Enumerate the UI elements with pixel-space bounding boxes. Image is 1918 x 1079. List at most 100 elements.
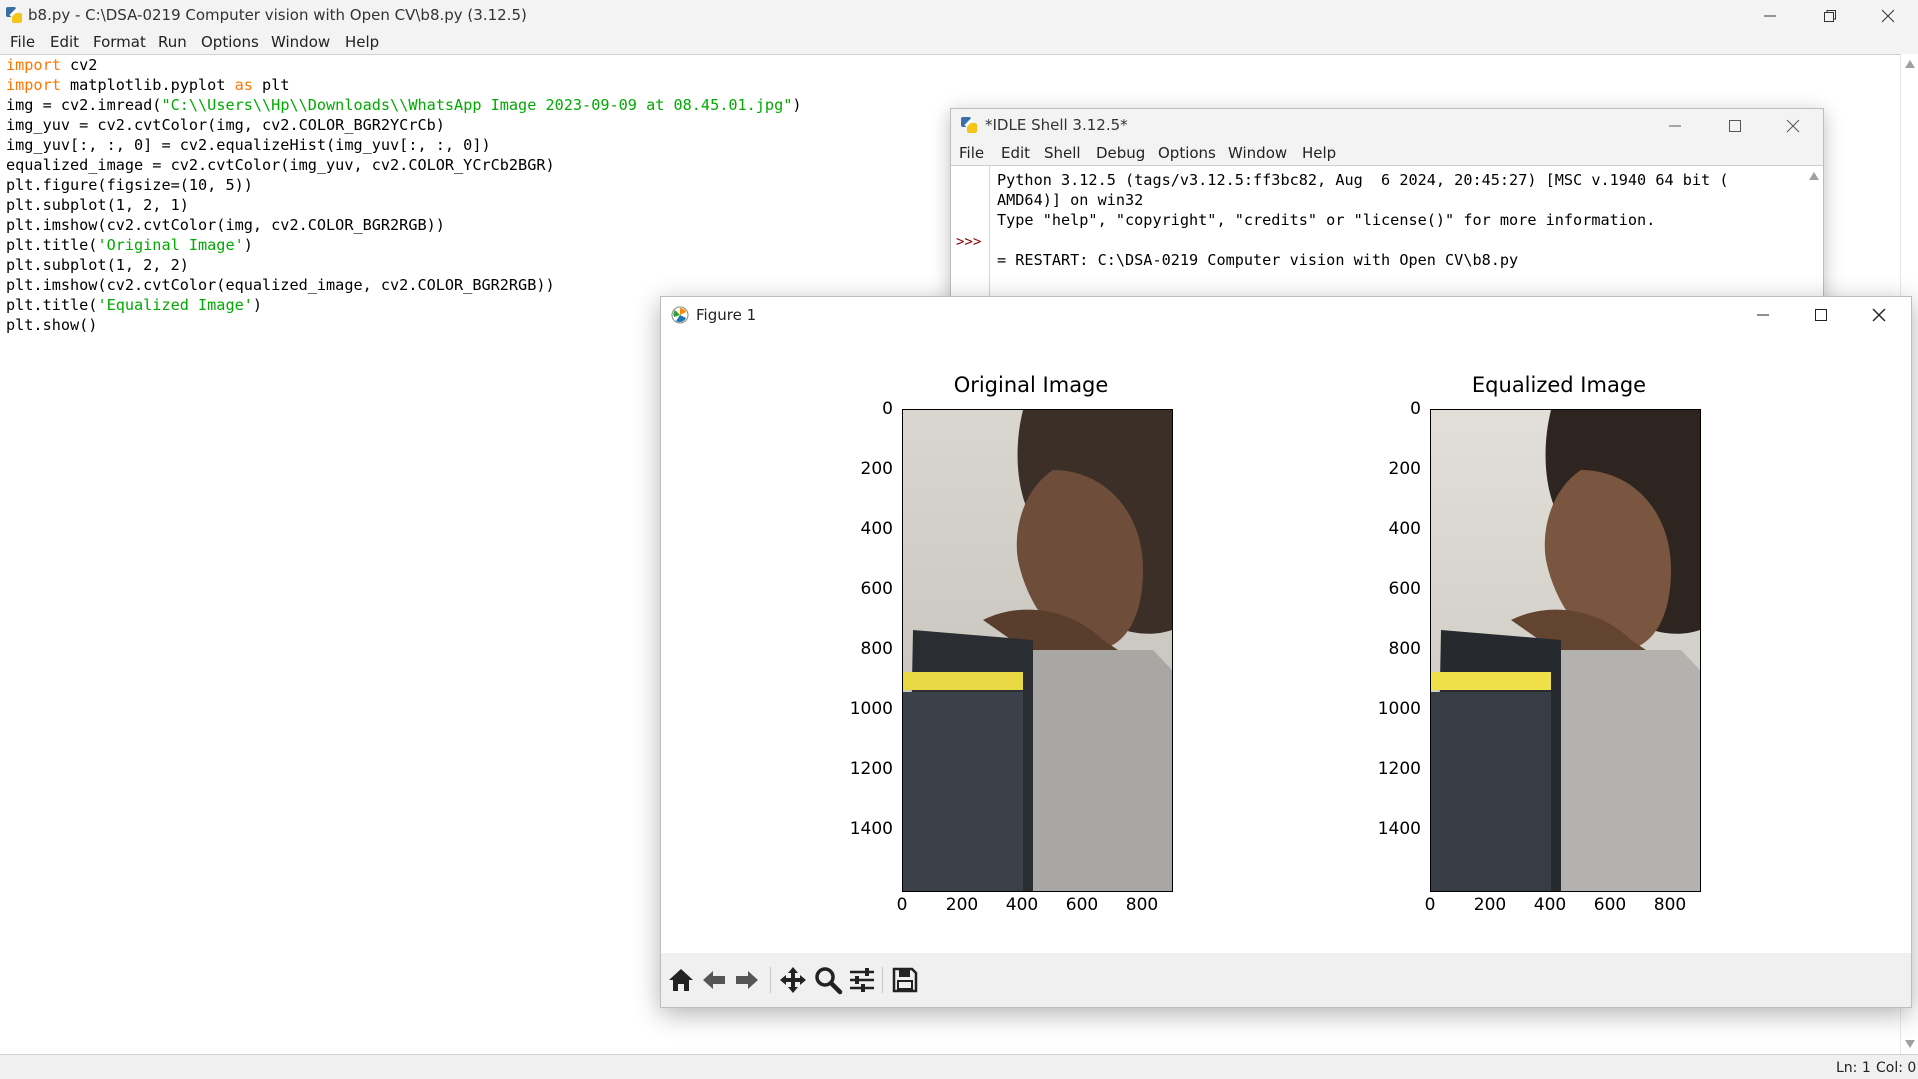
shell-menu-edit[interactable]: Edit: [1001, 144, 1030, 162]
subplot-title-original: Original Image: [953, 373, 1109, 397]
pan-icon[interactable]: [778, 965, 808, 995]
figure-minimize-button[interactable]: [1735, 297, 1791, 331]
code-text: matplotlib.pyplot: [60, 76, 235, 94]
figure-titlebar: Figure 1: [661, 297, 1911, 331]
x-tick-label: 800: [1125, 895, 1159, 915]
x-tick-label: 400: [1533, 895, 1567, 915]
shell-menu-help[interactable]: Help: [1302, 144, 1336, 162]
figure-close-button[interactable]: [1851, 297, 1907, 331]
shell-menu-shell[interactable]: Shell: [1044, 144, 1081, 162]
menu-file[interactable]: File: [10, 33, 35, 51]
code-line: plt.title('Equalized Image'): [6, 295, 262, 315]
code-line: equalized_image = cv2.cvtColor(img_yuv, …: [6, 156, 555, 174]
axes-equalized-image[interactable]: [1430, 409, 1701, 892]
toolbar-separator: [882, 967, 883, 993]
code-text: cv2: [60, 56, 98, 74]
shell-window-title: *IDLE Shell 3.12.5*: [985, 116, 1128, 134]
forward-icon[interactable]: [732, 965, 762, 995]
code-line: plt.imshow(cv2.cvtColor(equalized_image,…: [6, 276, 555, 294]
code-line: plt.show(): [6, 316, 98, 334]
configure-subplots-icon[interactable]: [847, 965, 877, 995]
x-tick-label: 200: [945, 895, 979, 915]
status-col: Col: 0: [1876, 1060, 1917, 1076]
zoom-icon[interactable]: [813, 965, 843, 995]
code-text: ): [252, 296, 263, 314]
code-line: plt.subplot(1, 2, 1): [6, 196, 189, 214]
code-line: import cv2: [6, 55, 97, 75]
code-line: plt.subplot(1, 2, 2): [6, 256, 189, 274]
menu-edit[interactable]: Edit: [50, 33, 79, 51]
code-line: img = cv2.imread("C:\\Users\\Hp\\Downloa…: [6, 95, 802, 115]
string-literal: 'Equalized Image': [97, 296, 253, 314]
code-line: img_yuv[:, :, 0] = cv2.equalizeHist(img_…: [6, 136, 491, 154]
code-text: ): [243, 236, 253, 254]
scroll-up-icon[interactable]: [1905, 60, 1915, 68]
back-icon[interactable]: [699, 965, 729, 995]
y-tick-label: 0: [882, 399, 893, 419]
navigation-toolbar: [661, 953, 1911, 1007]
x-tick-label: 0: [1424, 895, 1436, 915]
x-tick-label: 600: [1593, 895, 1627, 915]
restore-icon: [1824, 9, 1836, 22]
menu-window[interactable]: Window: [271, 33, 330, 51]
y-tick-label: 1200: [849, 759, 893, 779]
status-line: Ln: 1: [1836, 1060, 1871, 1076]
menu-options[interactable]: Options: [201, 33, 259, 51]
maximize-icon: [1815, 308, 1827, 321]
keyword: import: [6, 56, 61, 74]
toolbar-separator: [770, 967, 771, 993]
y-tick-label: 200: [860, 459, 893, 479]
string-literal: "C:\\Users\\Hp\\Downloads\\WhatsApp Imag…: [161, 96, 793, 114]
shell-menu-options[interactable]: Options: [1158, 144, 1216, 162]
shell-minimize-button[interactable]: [1647, 109, 1703, 141]
maximize-icon: [1729, 119, 1741, 132]
shell-output-line: Python 3.12.5 (tags/v3.12.5:ff3bc82, Aug…: [997, 171, 1729, 189]
code-line: img_yuv = cv2.cvtColor(img, cv2.COLOR_BG…: [6, 116, 445, 134]
scroll-down-icon[interactable]: [1905, 1040, 1915, 1048]
y-tick-label: 0: [1410, 399, 1421, 419]
save-icon[interactable]: [890, 965, 920, 995]
editor-restore-button[interactable]: [1802, 0, 1858, 30]
code-text: ): [792, 96, 802, 114]
string-literal: 'Original Image': [97, 236, 244, 254]
shell-output-line: AMD64)] on win32: [997, 191, 1144, 209]
code-line: plt.imshow(cv2.cvtColor(img, cv2.COLOR_B…: [6, 216, 445, 234]
matplotlib-logo-icon: [671, 306, 689, 324]
shell-close-button[interactable]: [1765, 109, 1821, 141]
figure-maximize-button[interactable]: [1793, 297, 1849, 331]
x-tick-label: 800: [1653, 895, 1687, 915]
y-tick-label: 600: [1388, 579, 1421, 599]
code-text: plt.title(: [6, 296, 98, 314]
shell-scroll-up-icon[interactable]: [1809, 172, 1819, 180]
shell-menubar: File Edit Shell Debug Options Window Hel…: [951, 141, 1823, 165]
matplotlib-figure-window: Figure 1 Original Image 0 200 400 600 80…: [660, 296, 1912, 1008]
shell-output-line: Type "help", "copyright", "credits" or "…: [997, 211, 1656, 229]
menu-help[interactable]: Help: [345, 33, 379, 51]
close-icon: [1786, 119, 1800, 132]
shell-maximize-button[interactable]: [1707, 109, 1763, 141]
shell-menu-file[interactable]: File: [959, 144, 984, 162]
code-text: img = cv2.imread(: [6, 96, 162, 114]
editor-menubar: File Edit Format Run Options Window Help: [0, 30, 1918, 54]
editor-window-title: b8.py - C:\DSA-0219 Computer vision with…: [28, 6, 527, 24]
figure-canvas[interactable]: Original Image 0 200 400 600 800 1000 12…: [661, 331, 1911, 953]
home-icon[interactable]: [666, 965, 696, 995]
shell-menu-debug[interactable]: Debug: [1096, 144, 1145, 162]
editor-minimize-button[interactable]: [1742, 0, 1798, 30]
original-photo-image: [903, 410, 1172, 891]
subplot-title-equalized: Equalized Image: [1471, 373, 1647, 397]
menu-run[interactable]: Run: [158, 33, 187, 51]
code-line: plt.title('Original Image'): [6, 235, 253, 255]
x-tick-label: 400: [1005, 895, 1039, 915]
axes-original-image[interactable]: [902, 409, 1173, 892]
editor-close-button[interactable]: [1860, 0, 1916, 30]
python-file-icon: [6, 7, 22, 23]
y-tick-label: 1400: [1377, 819, 1421, 839]
figure-window-title: Figure 1: [696, 306, 757, 324]
menu-format[interactable]: Format: [93, 33, 146, 51]
status-bar: Ln: 1 Col: 0: [0, 1054, 1918, 1079]
keyword: as: [234, 76, 253, 94]
shell-menu-window[interactable]: Window: [1228, 144, 1287, 162]
y-tick-label: 1200: [1377, 759, 1421, 779]
shell-titlebar: *IDLE Shell 3.12.5*: [951, 109, 1823, 141]
